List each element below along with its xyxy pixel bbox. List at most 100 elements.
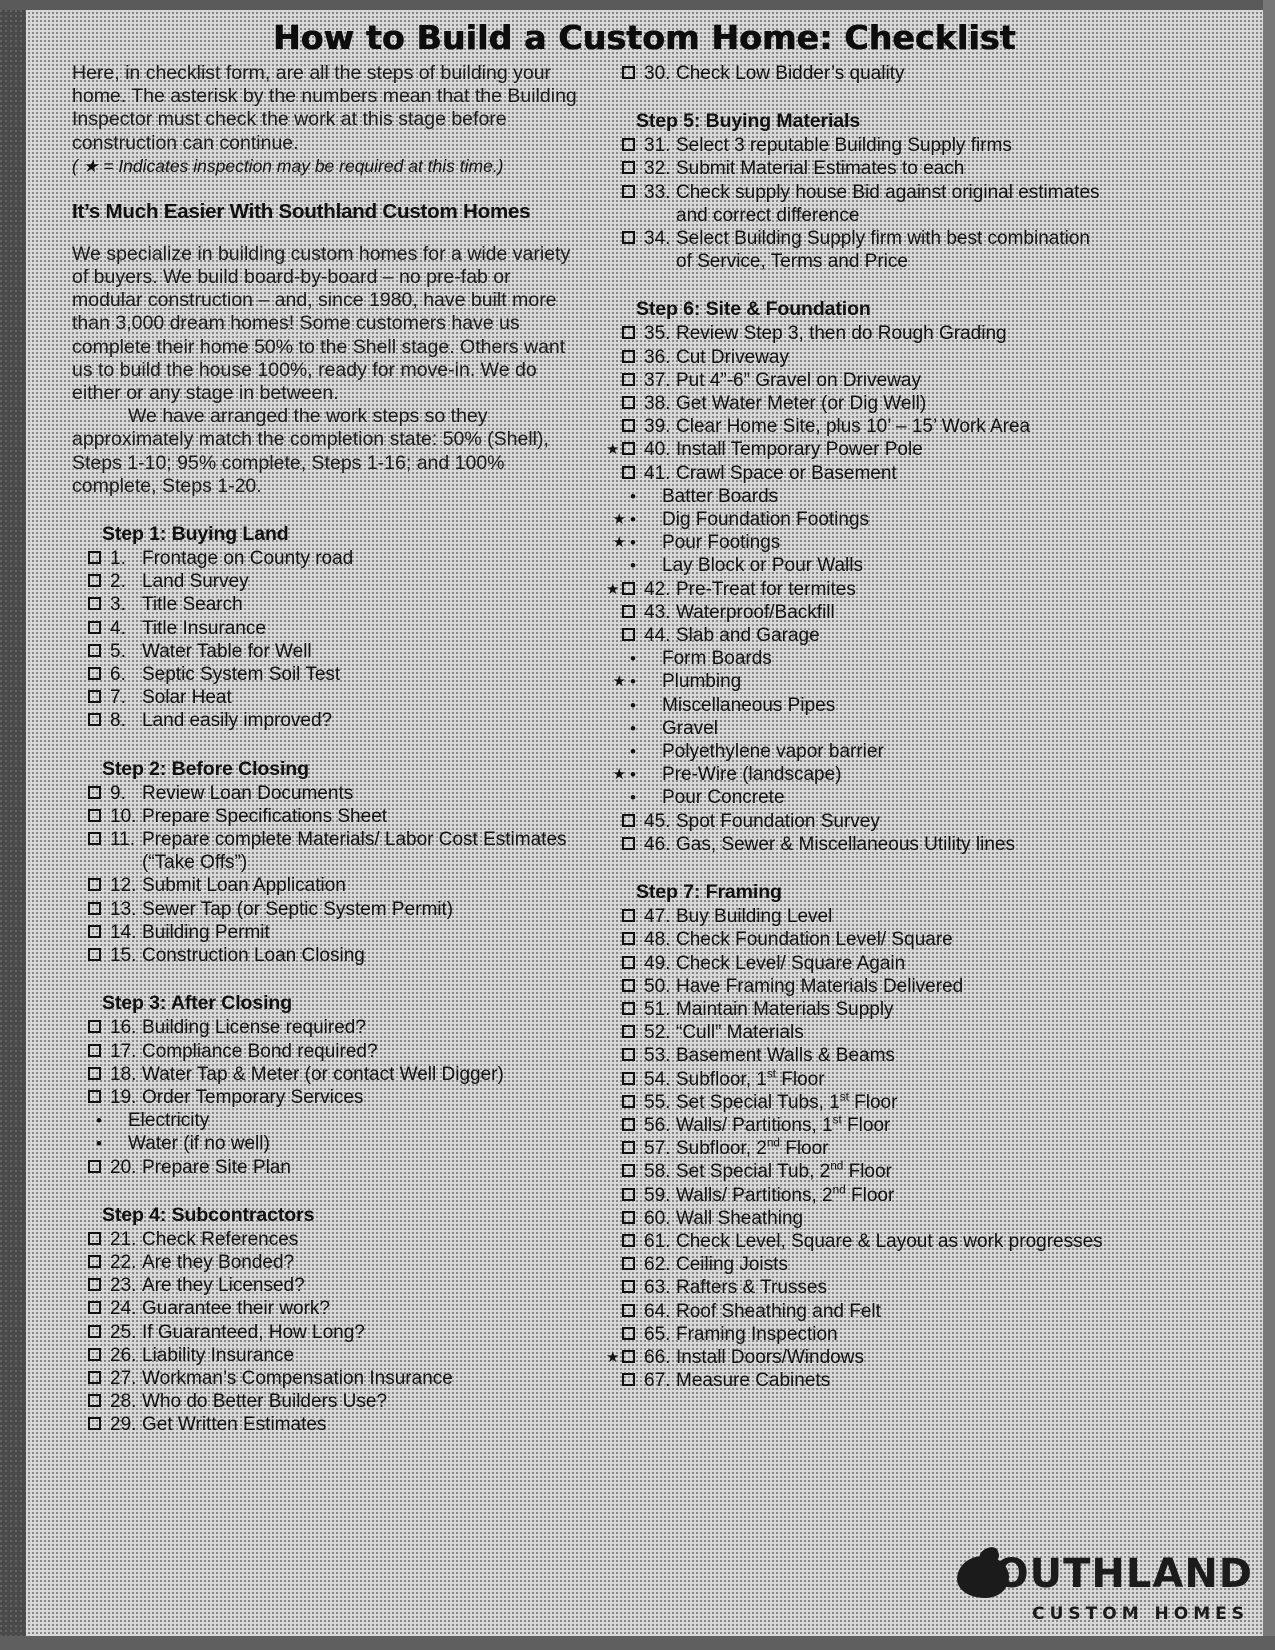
checklist-subitem[interactable]: • Electricity [72, 1109, 586, 1132]
checklist-subitem[interactable]: ★ • Pre-Wire (landscape) [606, 763, 1206, 786]
checkbox[interactable] [622, 1280, 635, 1294]
checklist-item[interactable]: 5. Water Table for Well [72, 640, 586, 663]
checkbox[interactable] [622, 349, 635, 363]
checkbox[interactable] [622, 1071, 635, 1085]
checklist-item[interactable]: 14. Building Permit [72, 921, 586, 944]
checklist-item[interactable]: 17. Compliance Bond required? [72, 1040, 586, 1063]
checkbox[interactable] [88, 574, 101, 588]
checkbox[interactable] [622, 955, 635, 969]
checklist-item[interactable]: 28. Who do Better Builders Use? [72, 1390, 586, 1413]
checklist-item[interactable]: 43. Waterproof/Backfill [606, 601, 1206, 624]
checklist-item[interactable]: 27. Workman’s Compensation Insurance [72, 1367, 586, 1390]
checklist-subitem[interactable]: ★ • Dig Foundation Footings [606, 508, 1206, 531]
checklist-item[interactable]: 57. Subfloor, 2nd Floor [606, 1137, 1206, 1160]
checkbox[interactable] [622, 909, 635, 923]
checkbox[interactable] [622, 978, 635, 992]
checklist-item[interactable]: 20. Prepare Site Plan [72, 1156, 586, 1179]
checklist-item[interactable]: 65. Framing Inspection [606, 1323, 1206, 1346]
checkbox[interactable] [622, 1210, 635, 1224]
checkbox[interactable] [88, 948, 101, 962]
checklist-item[interactable]: 21. Check References [72, 1228, 586, 1251]
checklist-item[interactable]: 67. Measure Cabinets [606, 1369, 1206, 1392]
checkbox[interactable] [622, 66, 635, 79]
checklist-item[interactable]: 32. Submit Material Estimates to each [606, 157, 1206, 180]
checklist-item[interactable]: 9. Review Loan Documents [72, 782, 586, 805]
checklist-item[interactable]: 1. Frontage on County road [72, 547, 586, 570]
checklist-item[interactable]: 47. Buy Building Level [606, 905, 1206, 928]
checklist-item[interactable]: 58. Set Special Tub, 2nd Floor [606, 1160, 1206, 1183]
checklist-item[interactable]: 37. Put 4”-6” Gravel on Driveway [606, 369, 1206, 392]
checkbox[interactable] [88, 901, 101, 915]
checklist-item[interactable]: 56. Walls/ Partitions, 1st Floor [606, 1114, 1206, 1137]
checklist-subitem[interactable]: • Form Boards [606, 647, 1206, 670]
checklist-item[interactable]: 7. Solar Heat [72, 686, 586, 709]
checkbox[interactable] [88, 785, 101, 799]
checklist-subitem[interactable]: • Batter Boards [606, 485, 1206, 508]
checklist-item[interactable]: 25. If Guaranteed, How Long? [72, 1321, 586, 1344]
checklist-item[interactable]: 22. Are they Bonded? [72, 1251, 586, 1274]
checkbox[interactable] [88, 878, 101, 892]
checkbox[interactable] [622, 1025, 635, 1039]
checklist-item[interactable]: 39. Clear Home Site, plus 10’ – 15’ Work … [606, 415, 1206, 438]
checklist-item[interactable]: 2. Land Survey [72, 570, 586, 593]
checklist-item[interactable]: 8. Land easily improved? [72, 709, 586, 732]
checkbox[interactable] [622, 581, 635, 595]
checkbox[interactable] [88, 1417, 101, 1431]
checkbox[interactable] [88, 551, 101, 565]
checklist-item[interactable]: 53. Basement Walls & Beams [606, 1044, 1206, 1067]
checkbox[interactable] [622, 1048, 635, 1062]
checklist-item[interactable]: 24. Guarantee their work? [72, 1297, 586, 1320]
checkbox[interactable] [88, 1324, 101, 1338]
checkbox[interactable] [622, 1373, 635, 1387]
checklist-item[interactable]: 23. Are they Licensed? [72, 1274, 586, 1297]
checkbox[interactable] [622, 1303, 635, 1317]
checkbox[interactable] [622, 932, 635, 946]
checklist-item[interactable]: 26. Liability Insurance [72, 1344, 586, 1367]
checklist-item[interactable]: 11. Prepare complete Materials/ Labor Cos… [72, 828, 586, 874]
checkbox[interactable] [622, 419, 635, 433]
checkbox[interactable] [622, 1001, 635, 1015]
checkbox[interactable] [622, 628, 635, 642]
checklist-item[interactable]: 46. Gas, Sewer & Miscellaneous Utility li… [606, 833, 1206, 856]
checklist-item[interactable]: ★ 66. Install Doors/Windows [606, 1346, 1206, 1369]
checklist-subitem[interactable]: • Lay Block or Pour Walls [606, 554, 1206, 577]
checkbox[interactable] [88, 1254, 101, 1268]
checkbox[interactable] [88, 1020, 101, 1034]
checkbox[interactable] [622, 326, 635, 340]
checklist-subitem[interactable]: ★ • Pour Footings [606, 531, 1206, 554]
checkbox[interactable] [622, 604, 635, 618]
checkbox[interactable] [622, 465, 635, 479]
checkbox[interactable] [622, 1326, 635, 1340]
checkbox[interactable] [88, 1394, 101, 1408]
checklist-item[interactable]: 36. Cut Driveway [606, 346, 1206, 369]
checkbox[interactable] [622, 1233, 635, 1247]
checklist-subitem[interactable]: ★ • Plumbing [606, 670, 1206, 693]
checkbox[interactable] [88, 924, 101, 938]
checkbox[interactable] [88, 1043, 101, 1057]
checkbox[interactable] [88, 1159, 101, 1173]
checkbox[interactable] [88, 620, 101, 634]
checklist-item[interactable]: 15. Construction Loan Closing [72, 944, 586, 967]
checkbox[interactable] [622, 161, 635, 175]
checkbox[interactable] [88, 713, 101, 727]
checklist-item[interactable]: 4. Title Insurance [72, 617, 586, 640]
checklist-item[interactable]: 52. “Cull” Materials [606, 1021, 1206, 1044]
checklist-item[interactable]: ★ 42. Pre-Treat for termites [606, 578, 1206, 601]
checkbox[interactable] [622, 1117, 635, 1131]
checklist-item[interactable]: 29. Get Written Estimates [72, 1413, 586, 1436]
checkbox[interactable] [622, 1141, 635, 1155]
checklist-item[interactable]: 51. Maintain Materials Supply [606, 998, 1206, 1021]
checklist-item[interactable]: 54. Subfloor, 1st Floor [606, 1068, 1206, 1091]
checkbox[interactable] [88, 1301, 101, 1315]
checklist-item[interactable]: 63. Rafters & Trusses [606, 1276, 1206, 1299]
checkbox[interactable] [622, 813, 635, 827]
checkbox[interactable] [622, 1164, 635, 1178]
checklist-item[interactable]: ★ 40. Install Temporary Power Pole [606, 438, 1206, 461]
checkbox[interactable] [88, 832, 101, 846]
checkbox[interactable] [622, 184, 635, 198]
checklist-item[interactable]: 3. Title Search [72, 593, 586, 616]
checkbox[interactable] [88, 1347, 101, 1361]
checklist-item[interactable]: 48. Check Foundation Level/ Square [606, 928, 1206, 951]
checklist-item[interactable]: 6. Septic System Soil Test [72, 663, 586, 686]
checklist-item[interactable]: 18. Water Tap & Meter (or contact Well Di… [72, 1063, 586, 1086]
